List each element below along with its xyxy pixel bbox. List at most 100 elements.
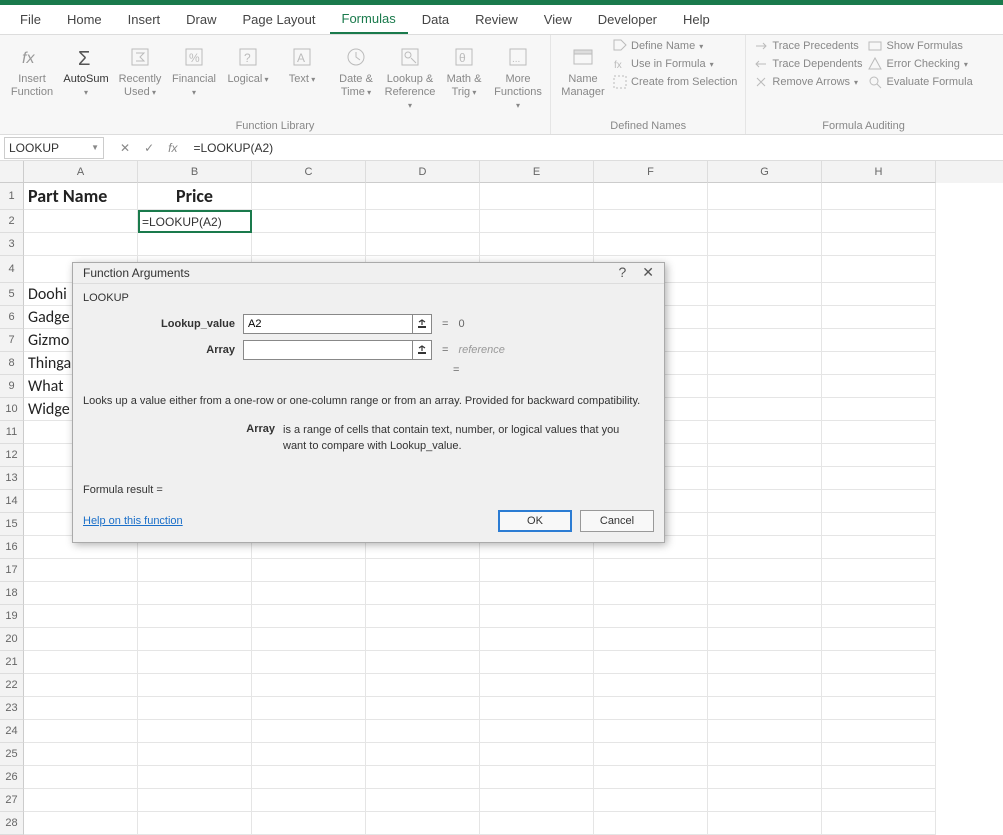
cell-B1[interactable]: Price bbox=[138, 183, 252, 210]
evaluate-formula-button[interactable]: Evaluate Formula bbox=[868, 75, 972, 89]
row-header[interactable]: 10 bbox=[0, 398, 24, 421]
cell[interactable] bbox=[822, 536, 936, 559]
row-header[interactable]: 22 bbox=[0, 674, 24, 697]
cell-A1[interactable]: Part Name bbox=[24, 183, 138, 210]
math-trig-button[interactable]: θ Math & Trig bbox=[440, 39, 488, 99]
row-header[interactable]: 25 bbox=[0, 743, 24, 766]
cell[interactable] bbox=[138, 628, 252, 651]
row-header[interactable]: 24 bbox=[0, 720, 24, 743]
use-in-formula-button[interactable]: fxUse in Formula bbox=[613, 57, 737, 71]
arg2-input[interactable] bbox=[243, 340, 413, 360]
cell[interactable] bbox=[366, 233, 480, 256]
cell[interactable] bbox=[480, 628, 594, 651]
autosum-button[interactable]: Σ AutoSum bbox=[62, 39, 110, 99]
cell[interactable] bbox=[138, 605, 252, 628]
cell[interactable] bbox=[252, 628, 366, 651]
define-name-button[interactable]: Define Name bbox=[613, 39, 737, 53]
cell[interactable] bbox=[480, 559, 594, 582]
cell[interactable] bbox=[594, 766, 708, 789]
cell[interactable] bbox=[480, 605, 594, 628]
financial-button[interactable]: % Financial bbox=[170, 39, 218, 99]
cell[interactable] bbox=[708, 628, 822, 651]
cell[interactable] bbox=[708, 283, 822, 306]
cell[interactable] bbox=[708, 605, 822, 628]
more-functions-button[interactable]: ... More Functions bbox=[494, 39, 542, 113]
row-header[interactable]: 14 bbox=[0, 490, 24, 513]
cell[interactable] bbox=[594, 605, 708, 628]
cell[interactable] bbox=[594, 674, 708, 697]
cell[interactable] bbox=[480, 720, 594, 743]
cell[interactable] bbox=[138, 697, 252, 720]
cell[interactable] bbox=[480, 582, 594, 605]
cell[interactable] bbox=[24, 605, 138, 628]
fx-icon[interactable]: fx bbox=[168, 141, 177, 155]
cell[interactable] bbox=[252, 559, 366, 582]
row-header[interactable]: 8 bbox=[0, 352, 24, 375]
cell[interactable] bbox=[822, 559, 936, 582]
tab-insert[interactable]: Insert bbox=[116, 6, 173, 33]
cell[interactable] bbox=[24, 812, 138, 835]
cell[interactable] bbox=[708, 329, 822, 352]
row-header[interactable]: 7 bbox=[0, 329, 24, 352]
cell[interactable] bbox=[822, 306, 936, 329]
text-button[interactable]: A Text bbox=[278, 39, 326, 86]
cell[interactable] bbox=[366, 743, 480, 766]
cell[interactable] bbox=[708, 490, 822, 513]
col-header[interactable]: A bbox=[24, 161, 138, 183]
row-header[interactable]: 11 bbox=[0, 421, 24, 444]
cell[interactable] bbox=[24, 674, 138, 697]
cell[interactable] bbox=[480, 766, 594, 789]
cell[interactable] bbox=[822, 467, 936, 490]
cell[interactable] bbox=[366, 789, 480, 812]
cell[interactable] bbox=[708, 421, 822, 444]
cell[interactable] bbox=[708, 444, 822, 467]
col-header[interactable]: E bbox=[480, 161, 594, 183]
row-header[interactable]: 26 bbox=[0, 766, 24, 789]
cell[interactable] bbox=[822, 697, 936, 720]
col-header[interactable]: B bbox=[138, 161, 252, 183]
cell[interactable] bbox=[822, 628, 936, 651]
cell[interactable] bbox=[822, 651, 936, 674]
lookup-reference-button[interactable]: Lookup & Reference bbox=[386, 39, 434, 113]
col-header[interactable]: C bbox=[252, 161, 366, 183]
tab-view[interactable]: View bbox=[532, 6, 584, 33]
cell[interactable] bbox=[822, 766, 936, 789]
row-header[interactable]: 21 bbox=[0, 651, 24, 674]
row-header[interactable]: 13 bbox=[0, 467, 24, 490]
cell[interactable] bbox=[594, 559, 708, 582]
cell[interactable] bbox=[708, 582, 822, 605]
cell[interactable] bbox=[480, 743, 594, 766]
cell[interactable] bbox=[822, 720, 936, 743]
cell[interactable] bbox=[822, 398, 936, 421]
cell[interactable] bbox=[594, 651, 708, 674]
row-header[interactable]: 20 bbox=[0, 628, 24, 651]
row-header[interactable]: 6 bbox=[0, 306, 24, 329]
cell[interactable] bbox=[822, 743, 936, 766]
cell[interactable] bbox=[594, 233, 708, 256]
row-header[interactable]: 4 bbox=[0, 256, 24, 283]
tab-file[interactable]: File bbox=[8, 6, 53, 33]
cell[interactable] bbox=[138, 233, 252, 256]
cell[interactable] bbox=[366, 628, 480, 651]
row-header[interactable]: 2 bbox=[0, 210, 24, 233]
cell[interactable] bbox=[822, 256, 936, 283]
error-checking-button[interactable]: Error Checking bbox=[868, 57, 972, 71]
row-header[interactable]: 18 bbox=[0, 582, 24, 605]
cell[interactable] bbox=[594, 628, 708, 651]
cell[interactable] bbox=[138, 559, 252, 582]
cell[interactable] bbox=[708, 352, 822, 375]
cell[interactable] bbox=[366, 766, 480, 789]
cell[interactable] bbox=[24, 766, 138, 789]
cell[interactable] bbox=[594, 582, 708, 605]
cell[interactable] bbox=[24, 720, 138, 743]
dialog-close-icon[interactable]: ✕ bbox=[642, 264, 654, 281]
row-header[interactable]: 17 bbox=[0, 559, 24, 582]
cell[interactable] bbox=[24, 743, 138, 766]
tab-pagelayout[interactable]: Page Layout bbox=[231, 6, 328, 33]
name-box[interactable]: LOOKUP ▼ bbox=[4, 137, 104, 159]
tab-draw[interactable]: Draw bbox=[174, 6, 228, 33]
cell[interactable] bbox=[480, 210, 594, 233]
cell[interactable] bbox=[366, 559, 480, 582]
cell[interactable] bbox=[822, 582, 936, 605]
help-on-function-link[interactable]: Help on this function bbox=[83, 515, 183, 527]
